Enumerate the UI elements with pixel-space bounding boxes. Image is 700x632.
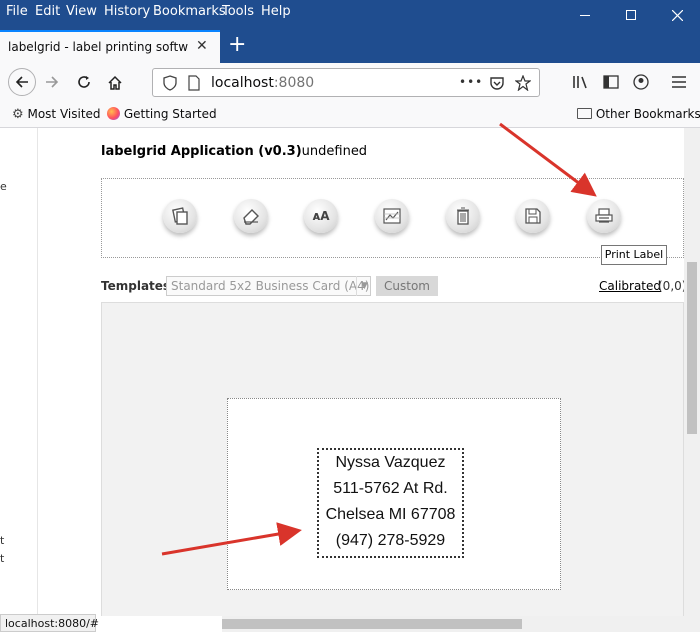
left-panel-text: e bbox=[0, 180, 7, 193]
account-button[interactable] bbox=[628, 69, 654, 95]
sidebar-button[interactable] bbox=[598, 69, 624, 95]
app-title-suffix: undefined bbox=[301, 144, 368, 159]
bookmark-other-label: Other Bookmarks bbox=[595, 107, 700, 121]
bookmark-getting-started-label: Getting Started bbox=[123, 107, 217, 121]
copy-button[interactable] bbox=[163, 199, 197, 233]
tab-strip: labelgrid - label printing software, o ✕… bbox=[0, 30, 700, 63]
menu-history[interactable]: History bbox=[104, 4, 150, 19]
library-icon bbox=[573, 76, 587, 89]
shield-icon bbox=[163, 75, 177, 91]
nav-toolbar: localhost:8080 ••• bbox=[0, 63, 700, 101]
label-line: 511-5762 At Rd. bbox=[333, 480, 448, 497]
calibrated-link[interactable]: Calibrated bbox=[599, 279, 661, 293]
vertical-scroll-thumb[interactable] bbox=[687, 262, 697, 434]
vertical-scrollbar[interactable] bbox=[684, 128, 700, 632]
font-size-button[interactable]: ᴀA bbox=[304, 199, 338, 233]
clear-button[interactable] bbox=[234, 199, 268, 233]
delete-button[interactable] bbox=[446, 199, 480, 233]
template-row: Templates: Standard 5x2 Business Card (A… bbox=[101, 276, 684, 298]
bookmark-getting-started[interactable]: Getting Started bbox=[107, 107, 217, 121]
hamburger-menu-icon bbox=[672, 76, 686, 88]
forward-arrow-icon bbox=[46, 76, 59, 88]
library-button[interactable] bbox=[568, 69, 594, 95]
sidebar-icon bbox=[603, 75, 619, 89]
label-card[interactable]: Nyssa Vazquez 511-5762 At Rd. Chelsea MI… bbox=[227, 398, 561, 590]
home-button[interactable] bbox=[102, 69, 128, 95]
status-bar-url: localhost:8080/# bbox=[0, 614, 99, 632]
firefox-icon bbox=[107, 107, 120, 120]
maximize-icon bbox=[626, 10, 636, 20]
label-line: (947) 278-5929 bbox=[335, 532, 446, 549]
bookmark-other[interactable]: Other Bookmarks bbox=[577, 107, 700, 121]
print-label-tooltip: Print Label bbox=[601, 245, 667, 265]
minimize-button[interactable] bbox=[562, 0, 608, 30]
back-button[interactable] bbox=[8, 68, 36, 96]
label-text-box[interactable]: Nyssa Vazquez 511-5762 At Rd. Chelsea MI… bbox=[317, 448, 464, 558]
save-button[interactable] bbox=[516, 199, 550, 233]
trash-icon bbox=[457, 207, 469, 225]
horizontal-scroll-thumb[interactable] bbox=[222, 619, 522, 629]
home-icon bbox=[108, 75, 122, 90]
app-menu-button[interactable] bbox=[666, 69, 692, 95]
left-panel-text: t bbox=[0, 552, 5, 565]
title-bar: File Edit View History Bookmarks Tools H… bbox=[0, 0, 700, 30]
tab-close-icon[interactable]: ✕ bbox=[196, 38, 208, 54]
label-line: Nyssa Vazquez bbox=[335, 454, 446, 471]
label-line: Chelsea MI 67708 bbox=[325, 506, 456, 523]
menu-view[interactable]: View bbox=[66, 4, 97, 19]
menu-tools[interactable]: Tools bbox=[222, 4, 254, 19]
save-icon bbox=[525, 208, 541, 224]
close-window-button[interactable] bbox=[654, 0, 700, 30]
print-label-button[interactable] bbox=[587, 199, 621, 233]
bookmark-most-visited-label: Most Visited bbox=[27, 107, 101, 121]
app-title: labelgrid Application (v0.3)undefined bbox=[101, 144, 367, 159]
horizontal-scrollbar[interactable] bbox=[222, 616, 684, 632]
label-canvas: Nyssa Vazquez 511-5762 At Rd. Chelsea MI… bbox=[101, 302, 684, 616]
tab-title: labelgrid - label printing software, o bbox=[8, 40, 188, 54]
page-info-icon bbox=[188, 75, 200, 91]
page-content: e t t labelgrid Application (v0.3)undefi… bbox=[0, 128, 684, 616]
font-size-icon: ᴀA bbox=[312, 209, 330, 223]
url-text: localhost:8080 bbox=[211, 75, 315, 91]
copy-icon bbox=[172, 207, 188, 225]
back-arrow-icon bbox=[15, 76, 28, 88]
close-icon bbox=[671, 9, 683, 21]
bookmark-most-visited[interactable]: ⚙ Most Visited bbox=[12, 107, 101, 122]
tab-labelgrid[interactable]: labelgrid - label printing software, o ✕ bbox=[0, 30, 220, 63]
chevron-down-icon[interactable]: ▼ bbox=[356, 276, 372, 296]
maximize-button[interactable] bbox=[608, 0, 654, 30]
chart-icon bbox=[383, 208, 401, 224]
gear-icon: ⚙ bbox=[12, 107, 24, 122]
reload-icon bbox=[78, 76, 90, 88]
star-icon[interactable] bbox=[515, 75, 531, 91]
page-actions-icon[interactable]: ••• bbox=[459, 75, 483, 89]
reload-button[interactable] bbox=[71, 69, 97, 95]
bookmarks-bar: ⚙ Most Visited Getting Started Other Boo… bbox=[0, 101, 700, 128]
label-toolbar: ᴀA bbox=[101, 178, 684, 258]
account-icon bbox=[633, 74, 649, 90]
eraser-icon bbox=[243, 209, 259, 225]
url-bar[interactable]: localhost:8080 ••• bbox=[152, 68, 540, 97]
left-panel-text: t bbox=[0, 534, 5, 547]
new-tab-button[interactable]: + bbox=[228, 33, 246, 57]
pocket-icon[interactable] bbox=[489, 75, 505, 91]
custom-button[interactable]: Custom bbox=[376, 276, 438, 296]
coords-readout: (0,0) bbox=[658, 279, 684, 293]
folder-icon bbox=[577, 108, 592, 119]
app-title-name: labelgrid Application (v0.3) bbox=[101, 144, 302, 159]
menu-help[interactable]: Help bbox=[261, 4, 291, 19]
menu-file[interactable]: File bbox=[6, 4, 28, 19]
menu-bookmarks[interactable]: Bookmarks bbox=[153, 4, 226, 19]
menu-edit[interactable]: Edit bbox=[35, 4, 60, 19]
minimize-icon bbox=[580, 14, 590, 16]
forward-button[interactable] bbox=[39, 69, 65, 95]
templates-label: Templates: bbox=[101, 279, 175, 293]
template-select[interactable]: Standard 5x2 Business Card (A4) bbox=[166, 276, 371, 296]
printer-icon bbox=[595, 208, 613, 223]
left-panel-divider bbox=[37, 128, 38, 616]
chart-button[interactable] bbox=[375, 199, 409, 233]
